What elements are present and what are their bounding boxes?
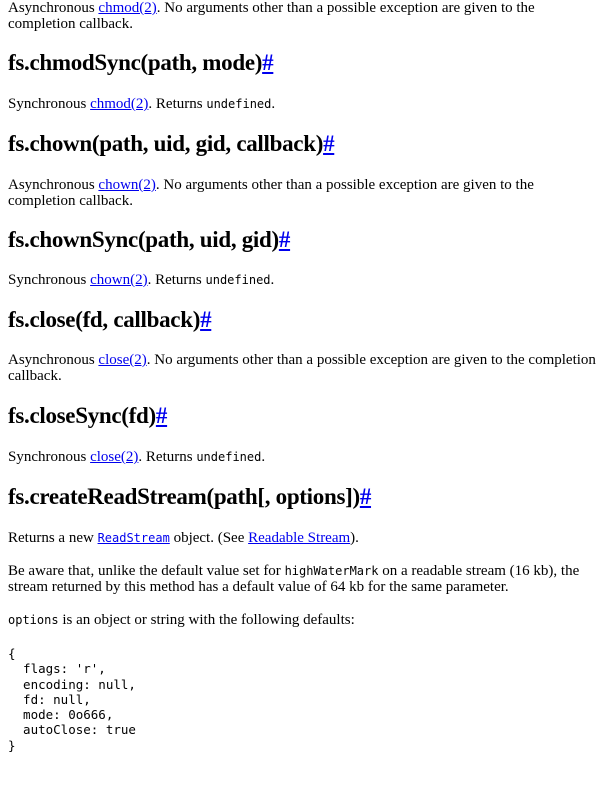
closesync-description: Synchronous close(2). Returns undefined. [8,449,265,465]
heading-text: fs.closeSync(fd) [8,403,156,428]
close-description: Asynchronous close(2). No arguments othe… [8,352,598,384]
close-man-link[interactable]: close(2) [90,449,138,465]
chmod-description: Asynchronous chmod(2). No arguments othe… [8,0,598,32]
description-text: Returns a new [8,530,98,546]
description-text: Synchronous [8,96,91,112]
chown-man-link[interactable]: chown(2) [90,272,147,288]
chmod-man-link[interactable]: chmod(2) [98,0,156,16]
description-text: Asynchronous [8,177,99,193]
heading-text: fs.chmodSync(path, mode) [8,50,263,75]
inline-code: options [8,613,59,627]
heading-fs-createreadstream: fs.createReadStream(path[, options])# [8,484,371,510]
highwatermark-note: Be aware that, unlike the default value … [8,563,598,595]
description-text: . Returns [148,96,207,112]
readable-stream-link[interactable]: Readable Stream [248,530,350,546]
options-defaults-code-block: { flags: 'r', encoding: null, fd: null, … [8,646,136,753]
description-text: Asynchronous [8,352,99,368]
chown-description: Asynchronous chown(2). No arguments othe… [8,177,598,209]
heading-fs-chownsync: fs.chownSync(path, uid, gid)# [8,227,290,253]
description-text: . [261,449,266,465]
close-man-link[interactable]: close(2) [98,352,146,368]
anchor-link[interactable]: # [200,307,212,332]
description-text: . Returns [138,449,197,465]
chmodsync-description: Synchronous chmod(2). Returns undefined. [8,96,275,112]
anchor-link[interactable]: # [360,484,372,509]
heading-text: fs.createReadStream(path[, options]) [8,484,360,509]
anchor-link[interactable]: # [156,403,168,428]
chmod-man-link[interactable]: chmod(2) [90,96,148,112]
inline-code: undefined [206,97,272,111]
description-text: Synchronous [8,449,91,465]
heading-fs-closesync: fs.closeSync(fd)# [8,403,167,429]
heading-text: fs.chown(path, uid, gid, callback) [8,131,324,156]
description-text: . [271,96,276,112]
description-text: . [270,272,275,288]
readstream-link[interactable]: ReadStream [98,530,170,546]
description-text: Be aware that, unlike the default value … [8,563,285,579]
createreadstream-returns: Returns a new ReadStream object. (See Re… [8,530,359,546]
inline-code: undefined [205,273,271,287]
anchor-link[interactable]: # [279,227,291,252]
heading-text: fs.close(fd, callback) [8,307,201,332]
options-description: options is an object or string with the … [8,612,355,628]
heading-text: fs.chownSync(path, uid, gid) [8,227,279,252]
chown-man-link[interactable]: chown(2) [98,177,155,193]
heading-fs-chown: fs.chown(path, uid, gid, callback)# [8,131,335,157]
heading-fs-close: fs.close(fd, callback)# [8,307,212,333]
description-text: ). [350,530,359,546]
description-text: Synchronous [8,272,91,288]
description-text: . Returns [147,272,206,288]
anchor-link[interactable]: # [262,50,274,75]
chownsync-description: Synchronous chown(2). Returns undefined. [8,272,274,288]
anchor-link[interactable]: # [323,131,335,156]
inline-code: highWaterMark [284,564,379,578]
inline-code: ReadStream [97,531,170,545]
inline-code: undefined [196,450,262,464]
description-text: is an object or string with the followin… [58,612,355,628]
description-text: Asynchronous [8,0,99,16]
heading-fs-chmodsync: fs.chmodSync(path, mode)# [8,50,274,76]
description-text: object. (See [169,530,249,546]
